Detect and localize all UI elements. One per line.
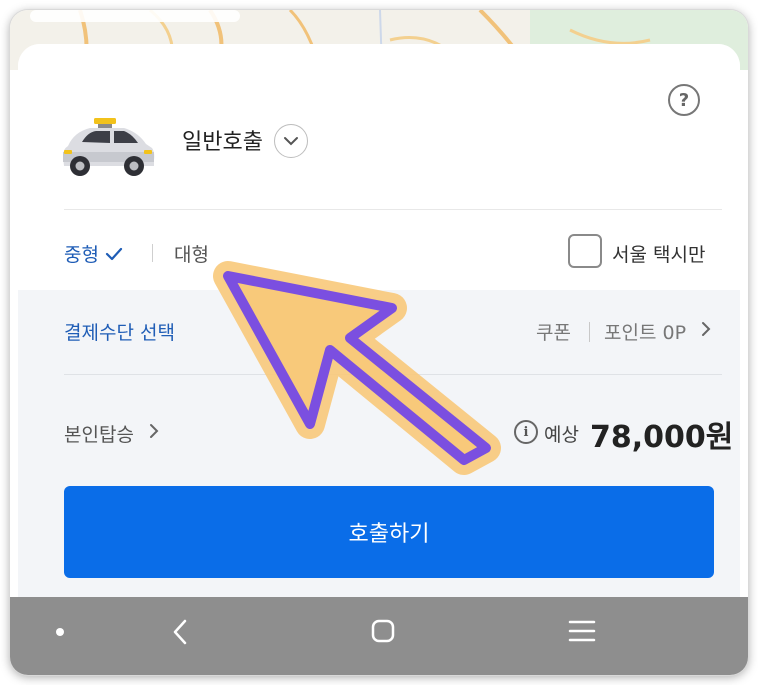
question-circle-icon[interactable]: ? (668, 84, 700, 116)
call-taxi-button[interactable]: 호출하기 (64, 486, 714, 578)
phone-screen: ? 일반호출 중형 대형 서울 택시만 결제수단 선택 쿠폰 포인트 0P 본인… (10, 10, 748, 675)
back-icon[interactable] (170, 617, 190, 651)
coupon-link[interactable]: 쿠폰 (536, 318, 571, 345)
estimated-price: 78,000원 (590, 420, 734, 455)
service-name[interactable]: 일반호출 (182, 124, 263, 156)
divider (64, 374, 722, 375)
taxi-call-sheet: ? 일반호출 중형 대형 서울 택시만 결제수단 선택 쿠폰 포인트 0P 본인… (18, 44, 740, 604)
home-icon[interactable] (370, 618, 396, 648)
info-icon[interactable]: i (514, 420, 538, 444)
size-option-medium-label: 중형 (64, 244, 99, 266)
seoul-only-label[interactable]: 서울 택시만 (612, 240, 705, 267)
size-option-medium[interactable]: 중형 (64, 240, 123, 267)
taxi-icon (60, 116, 156, 178)
checkmark-icon (105, 247, 123, 260)
nav-indicator-dot (56, 628, 64, 636)
chevron-down-icon[interactable] (274, 124, 308, 158)
chevron-right-icon[interactable] (700, 320, 712, 342)
payment-method-link[interactable]: 결제수단 선택 (64, 318, 175, 345)
service-section: ? 일반호출 중형 대형 서울 택시만 (18, 44, 740, 290)
size-option-large[interactable]: 대형 (174, 240, 209, 267)
estimate-label: 예상 (544, 424, 579, 446)
divider (64, 209, 722, 210)
self-ride-link[interactable]: 본인탑승 (64, 420, 134, 447)
seoul-only-checkbox[interactable] (568, 234, 602, 268)
chevron-right-icon[interactable] (148, 422, 160, 444)
system-navigation-bar (10, 597, 748, 675)
divider (589, 322, 590, 342)
divider (152, 244, 153, 262)
recent-apps-icon[interactable] (568, 619, 596, 647)
points-link[interactable]: 포인트 0P (604, 318, 686, 345)
